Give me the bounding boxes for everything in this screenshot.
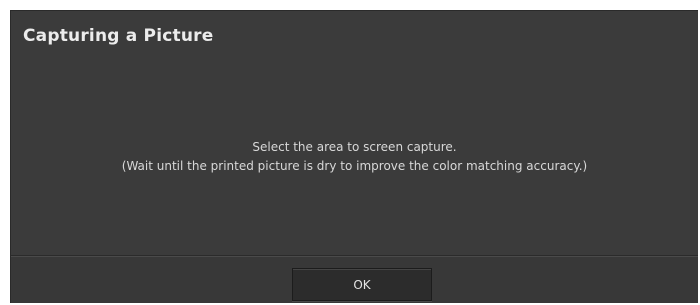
message-line-instruction: Select the area to screen capture. — [252, 140, 457, 154]
message-line-note: (Wait until the printed picture is dry t… — [121, 159, 588, 173]
ok-button[interactable]: OK — [292, 268, 432, 301]
capture-dialog: Capturing a Picture Select the area to s… — [10, 10, 698, 303]
dialog-title: Capturing a Picture — [23, 26, 214, 46]
dialog-message: Select the area to screen capture. (Wait… — [11, 138, 698, 176]
dialog-footer: OK — [11, 255, 698, 303]
